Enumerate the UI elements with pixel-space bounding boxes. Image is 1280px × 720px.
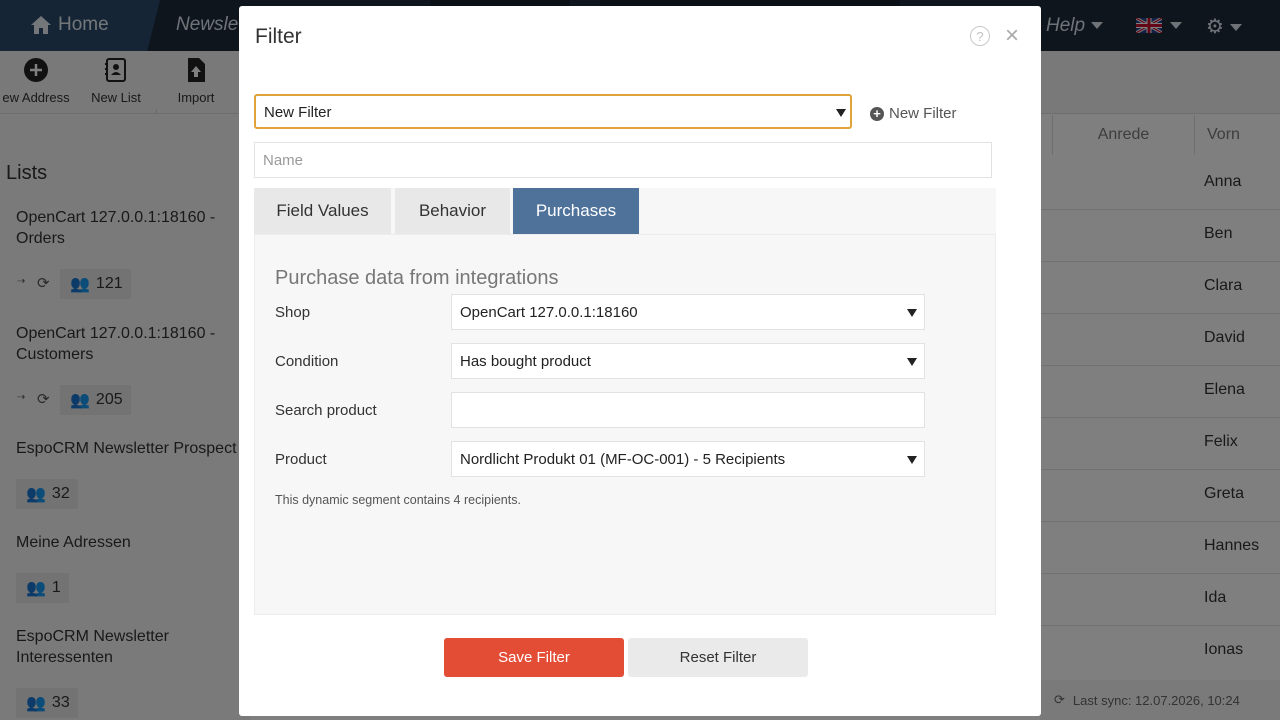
dropdown-arrow-icon	[907, 358, 917, 366]
segment-info: This dynamic segment contains 4 recipien…	[275, 493, 521, 507]
shop-label: Shop	[275, 304, 311, 321]
reset-filter-button[interactable]: Reset Filter	[628, 638, 808, 677]
shop-select-value: OpenCart 127.0.0.1:18160	[460, 304, 638, 321]
search-product-input[interactable]	[451, 392, 925, 428]
condition-select[interactable]: Has bought product	[451, 343, 925, 379]
tab-field-values[interactable]: Field Values	[254, 188, 391, 234]
close-icon[interactable]: ×	[1005, 22, 1019, 50]
tab-purchases[interactable]: Purchases	[513, 188, 639, 234]
product-select[interactable]: Nordlicht Produkt 01 (MF-OC-001) - 5 Rec…	[451, 441, 925, 477]
help-icon[interactable]: ?	[970, 26, 990, 46]
new-filter-button[interactable]: + New Filter	[870, 105, 957, 122]
new-filter-label: New Filter	[889, 105, 957, 122]
plus-circle-icon: +	[870, 106, 884, 121]
shop-select[interactable]: OpenCart 127.0.0.1:18160	[451, 294, 925, 330]
condition-select-value: Has bought product	[460, 353, 591, 370]
save-filter-button[interactable]: Save Filter	[444, 638, 624, 677]
dropdown-arrow-icon	[836, 109, 846, 117]
condition-label: Condition	[275, 353, 339, 370]
product-select-value: Nordlicht Produkt 01 (MF-OC-001) - 5 Rec…	[460, 451, 786, 468]
dropdown-arrow-icon	[907, 456, 917, 464]
tab-behavior[interactable]: Behavior	[395, 188, 510, 234]
search-product-label: Search product	[275, 402, 377, 419]
dialog-title: Filter	[255, 25, 302, 48]
dropdown-arrow-icon	[907, 309, 917, 317]
product-label: Product	[275, 451, 327, 468]
filter-name-input[interactable]: Name	[254, 142, 992, 178]
filter-select-value: New Filter	[264, 104, 332, 121]
panel-heading: Purchase data from integrations	[275, 267, 559, 289]
filter-select[interactable]: New Filter	[254, 94, 852, 129]
filter-dialog: Filter ? × New Filter + New Filter Name …	[239, 6, 1041, 716]
